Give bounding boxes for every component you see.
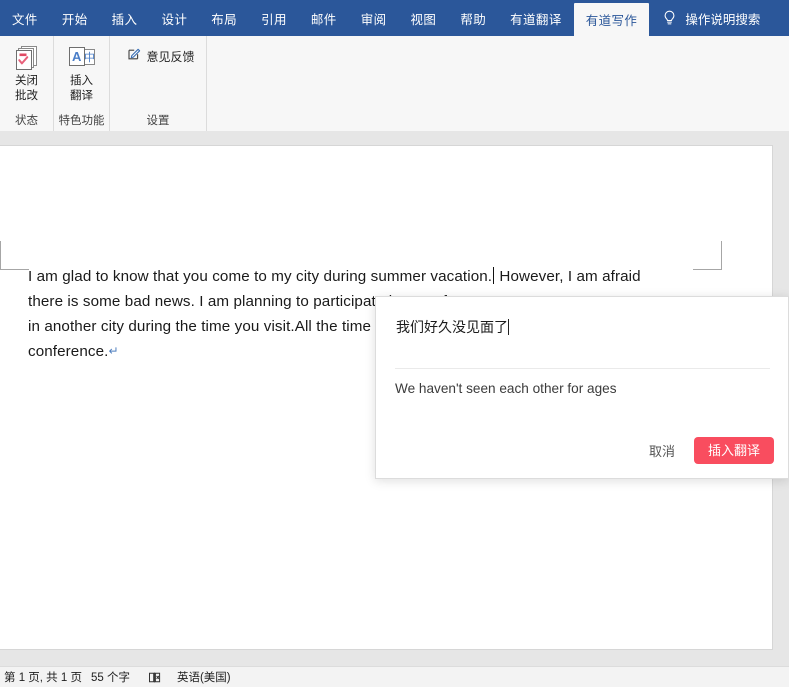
document-line-4-text: conference. bbox=[28, 343, 108, 360]
cancel-button[interactable]: 取消 bbox=[647, 437, 677, 464]
svg-text:A: A bbox=[72, 49, 82, 64]
feedback-button[interactable]: 意见反馈 bbox=[121, 44, 200, 69]
insert-translation-button[interactable]: A 中 插入 翻译 bbox=[55, 40, 109, 106]
insert-translation-confirm-button[interactable]: 插入翻译 bbox=[694, 437, 774, 464]
proofing-errors-icon[interactable] bbox=[139, 671, 177, 684]
ribbon-tab-bar: 文件 开始 插入 设计 布局 引用 邮件 审阅 视图 帮助 有道翻译 有道写作 … bbox=[0, 0, 789, 36]
ribbon-tab-file[interactable]: 文件 bbox=[0, 0, 50, 36]
ribbon-group-setting: 意见反馈 设置 bbox=[110, 36, 207, 131]
svg-text:中: 中 bbox=[84, 51, 95, 64]
status-page-info[interactable]: 第 1 页, 共 1 页 bbox=[0, 669, 91, 685]
ribbon-tab-youdao-translate[interactable]: 有道翻译 bbox=[498, 0, 574, 36]
paragraph-mark: ↵ bbox=[108, 344, 118, 358]
status-word-count[interactable]: 55 个字 bbox=[91, 669, 139, 685]
tell-me-search[interactable]: 操作说明搜索 bbox=[649, 0, 770, 36]
insert-translation-label-line2: 翻译 bbox=[70, 89, 93, 104]
ribbon-tab-youdao-writing[interactable]: 有道写作 bbox=[574, 3, 650, 36]
status-language[interactable]: 英语(美国) bbox=[177, 669, 240, 685]
document-scroll-area[interactable]: I am glad to know that you come to my ci… bbox=[0, 131, 789, 666]
translate-popup: 我们好久没见面了 We haven't seen each other for … bbox=[375, 296, 789, 479]
ribbon-tab-insert[interactable]: 插入 bbox=[100, 0, 150, 36]
ribbon-group-feature-label: 特色功能 bbox=[54, 111, 109, 131]
ribbon-body: 关闭 批改 状态 A 中 插入 bbox=[0, 36, 789, 132]
ribbon-group-feature: A 中 插入 翻译 特色功能 bbox=[54, 36, 110, 131]
ribbon-tab-references[interactable]: 引用 bbox=[249, 0, 299, 36]
ribbon-group-setting-items: 意见反馈 bbox=[115, 36, 200, 111]
ribbon-tab-design[interactable]: 设计 bbox=[149, 0, 199, 36]
ribbon-group-status: 关闭 批改 状态 bbox=[0, 36, 54, 131]
status-bar: 第 1 页, 共 1 页 55 个字 英语(美国) bbox=[0, 666, 789, 687]
document-line-1-before-caret: I am glad to know that you come to my ci… bbox=[28, 268, 492, 285]
insert-translation-label-line1: 插入 bbox=[70, 74, 93, 89]
ribbon-group-setting-label: 设置 bbox=[110, 111, 206, 131]
ribbon-tab-layout[interactable]: 布局 bbox=[199, 0, 249, 36]
insert-translation-icon: A 中 bbox=[67, 42, 97, 74]
text-cursor bbox=[493, 267, 494, 284]
ribbon-tab-help[interactable]: 帮助 bbox=[448, 0, 498, 36]
document-line-1: I am glad to know that you come to my ci… bbox=[28, 264, 700, 289]
lightbulb-icon bbox=[663, 10, 676, 27]
translate-input-value: 我们好久没见面了 bbox=[396, 319, 508, 335]
ribbon-group-status-items: 关闭 批改 bbox=[0, 36, 54, 111]
margin-marker-top-left bbox=[0, 241, 29, 270]
ribbon-tab-mailings[interactable]: 邮件 bbox=[299, 0, 349, 36]
document-line-1-after-caret: However, I am afraid bbox=[495, 268, 641, 285]
feedback-pencil-icon bbox=[127, 47, 141, 66]
translate-result-text: We haven't seen each other for ages bbox=[395, 379, 773, 399]
close-revision-button[interactable]: 关闭 批改 bbox=[0, 40, 54, 106]
ribbon-group-feature-items: A 中 插入 翻译 bbox=[55, 36, 109, 111]
ribbon-groups: 关闭 批改 状态 A 中 插入 bbox=[0, 36, 207, 131]
translate-input-caret bbox=[508, 319, 509, 335]
translate-input-area[interactable]: 我们好久没见面了 bbox=[376, 297, 788, 365]
tell-me-label: 操作说明搜索 bbox=[685, 9, 760, 28]
translate-actions: 取消 插入翻译 bbox=[647, 437, 774, 464]
ribbon-tab-view[interactable]: 视图 bbox=[399, 0, 449, 36]
close-revision-label-line1: 关闭 bbox=[15, 74, 38, 89]
ribbon-group-status-label: 状态 bbox=[0, 111, 53, 131]
close-revision-icon bbox=[13, 42, 40, 74]
translate-divider bbox=[395, 368, 770, 369]
feedback-label: 意见反馈 bbox=[146, 48, 194, 65]
close-revision-label-line2: 批改 bbox=[15, 89, 38, 104]
ribbon-tab-review[interactable]: 审阅 bbox=[349, 0, 399, 36]
ribbon-tab-home[interactable]: 开始 bbox=[50, 0, 100, 36]
